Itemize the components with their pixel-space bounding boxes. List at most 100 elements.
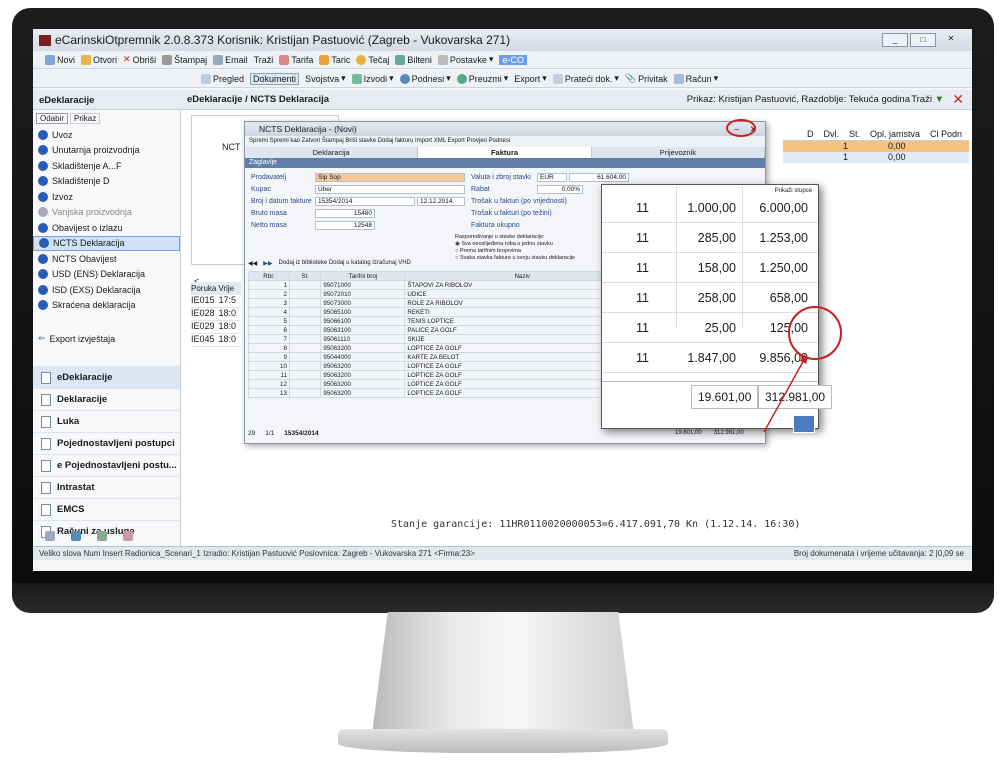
tb-racun[interactable]: Račun ▾ xyxy=(673,73,718,84)
tb-otvori[interactable]: Otvori xyxy=(81,54,117,65)
table-row[interactable]: 2 95072010 UDICE xyxy=(248,289,640,299)
table-row[interactable]: 9 95044000 KARTE ZA BELOT xyxy=(248,352,640,362)
top-row[interactable]: 1 0,00 xyxy=(783,141,969,152)
tb-pregled[interactable]: Pregled xyxy=(201,73,244,84)
close-button[interactable]: ✕ xyxy=(938,33,964,47)
table-row[interactable]: 10 95063200 LOPTICE ZA GOLF xyxy=(248,361,640,371)
option-3[interactable]: ○ Svaka stavka fakture u svoju stavku de… xyxy=(455,255,575,262)
nav-item[interactable]: e Pojednostavljeni postu... xyxy=(33,454,180,476)
field-bruto[interactable]: 15480 xyxy=(315,209,375,218)
tb-novi[interactable]: Novi xyxy=(45,54,75,65)
pager[interactable]: 1/1 xyxy=(265,430,274,437)
sidebar-item[interactable]: NCTS Deklaracija xyxy=(33,235,180,251)
table-row[interactable]: 4 95065100 REKETI xyxy=(248,307,640,317)
sidebar-item[interactable]: Uvoz xyxy=(33,127,180,143)
tb-bilteni[interactable]: Bilteni xyxy=(395,54,432,65)
tab-faktura[interactable]: Faktura xyxy=(418,147,592,158)
grid-header[interactable]: Tarifni broj xyxy=(320,271,406,281)
table-row[interactable]: 5 95066100 TENIS LOPTICE xyxy=(248,316,640,326)
sidebar-item[interactable]: Izvoz xyxy=(33,189,180,205)
tb-export[interactable]: Export ▾ xyxy=(514,73,547,84)
dialog-toolbar[interactable]: Spremi Spremi kao Zatvori Štampaj Briši … xyxy=(245,136,765,147)
tab-deklaracija[interactable]: Deklaracija xyxy=(245,147,419,158)
tb-privitak[interactable]: 📎 Privitak xyxy=(625,73,668,84)
field-kupac[interactable]: Uber xyxy=(315,185,465,194)
tb-eco[interactable]: e-CO xyxy=(499,54,527,65)
nav-item[interactable]: EMCS xyxy=(33,498,180,520)
nav-icon-1[interactable] xyxy=(45,531,55,541)
table-row[interactable]: 11 95063200 LOPTICE ZA GOLF xyxy=(248,370,640,380)
table-row[interactable]: 1 95071000 ŠTAPOVI ZA RIBOLOV xyxy=(248,280,640,290)
sidebar-item[interactable]: Unutarnja proizvodnja xyxy=(33,143,180,159)
sidebar-item[interactable]: NCTS Obavijest xyxy=(33,251,180,267)
grid-actions[interactable]: Dodaj iz biblioteke Dodaj u katalog Izra… xyxy=(278,260,410,270)
tb-trazi[interactable]: Traži xyxy=(254,55,274,65)
sidebar-item[interactable]: Skladištenje A...F xyxy=(33,158,180,174)
tab-odabir[interactable]: Odabir xyxy=(36,113,69,124)
nav-item[interactable]: eDeklaracije xyxy=(33,366,180,388)
table-row[interactable]: 3 95073000 ROLE ZA RIBOLOV xyxy=(248,298,640,308)
tb-tarifa[interactable]: Tarifa xyxy=(279,54,313,65)
grid-nav-next[interactable]: ▶▶ xyxy=(263,260,272,270)
tb-izvodi[interactable]: Izvodi ▾ xyxy=(351,73,394,84)
table-row[interactable]: 12 95063200 LOPTICE ZA GOLF xyxy=(248,379,640,389)
tb-podnesi[interactable]: Podnesi ▾ xyxy=(399,73,451,84)
nav-icon-2[interactable] xyxy=(71,531,81,541)
field-zbroj[interactable]: 61.604,00 xyxy=(569,173,629,182)
zoom-row[interactable]: 11 25,00 125,00 xyxy=(602,313,818,343)
top-row[interactable]: 1 0,00 xyxy=(783,152,969,163)
tb-stampaj[interactable]: Štampaj xyxy=(162,54,207,65)
sidebar-item[interactable]: Obavijest o izlazu xyxy=(33,220,180,236)
message-row[interactable]: IE029 18:0 xyxy=(191,321,241,334)
nav-item[interactable]: Luka xyxy=(33,410,180,432)
sidebar-item[interactable]: Vanjska proizvodnja xyxy=(33,205,180,221)
tb-prateci[interactable]: Prateći dok. ▾ xyxy=(552,73,619,84)
close-icon[interactable]: ✕ xyxy=(952,91,964,108)
nav-icon-3[interactable] xyxy=(97,531,107,541)
field-datum[interactable]: 12.12.2014. xyxy=(417,197,465,206)
tb-postavke[interactable]: Postavke ▾ xyxy=(437,54,493,65)
sidebar-item[interactable]: Skladištenje D xyxy=(33,174,180,190)
tb-obrisi[interactable]: ✕ Obriši xyxy=(123,54,156,65)
grid-header[interactable]: St. xyxy=(288,271,322,281)
tb-preuzmi[interactable]: Preuzmi ▾ xyxy=(456,73,508,84)
table-row[interactable]: 13 95063200 LOPTICE ZA GOLF xyxy=(248,388,640,398)
zoom-row[interactable]: 11 1.000,00 6.000,00 xyxy=(602,193,818,223)
nav-item[interactable]: Deklaracije xyxy=(33,388,180,410)
field-prodavatelj[interactable]: Sip Sop xyxy=(315,173,465,182)
tree-node-nct[interactable]: NCT xyxy=(222,142,241,152)
sidebar-export[interactable]: ⇐ Export izvještaja xyxy=(33,331,180,347)
option-1[interactable]: ◉ Sva neoslijeđena roba u jednu stavku xyxy=(455,241,575,248)
zoom-row[interactable]: 11 285,00 1.253,00 xyxy=(602,223,818,253)
tb-tecaj[interactable]: Tečaj xyxy=(356,54,389,65)
tb-svojstva[interactable]: Svojstva ▾ xyxy=(305,73,346,84)
nav-icon-4[interactable] xyxy=(123,531,133,541)
nav-item[interactable]: Intrastat xyxy=(33,476,180,498)
table-row[interactable]: 8 95063200 LOPTICE ZA GOLF xyxy=(248,343,640,353)
sidebar-item[interactable]: Skraćena deklaracija xyxy=(33,298,180,314)
grid-nav-first[interactable]: ◀◀ xyxy=(248,260,257,270)
tab-prijevoznik[interactable]: Prijevoznik xyxy=(592,147,765,158)
message-row[interactable]: IE028 18:0 xyxy=(191,308,241,321)
zoom-row[interactable]: 11 158,00 1.250,00 xyxy=(602,253,818,283)
table-row[interactable]: 6 95063100 PALICE ZA GOLF xyxy=(248,325,640,335)
tb-email[interactable]: Email xyxy=(213,54,248,65)
field-neto[interactable]: 12548 xyxy=(315,221,375,230)
tb-dokumenti[interactable]: Dokumenti xyxy=(250,72,300,85)
tab-prikaz[interactable]: Prikaz xyxy=(70,113,101,124)
tb-taric[interactable]: Taric xyxy=(319,54,350,65)
field-broj[interactable]: 15354/2014 xyxy=(315,197,415,206)
message-row[interactable]: IE015 17:5 xyxy=(191,295,241,308)
minimize-button[interactable]: _ xyxy=(882,33,908,47)
search-button[interactable]: Traži ▼ xyxy=(911,94,944,105)
nav-item[interactable]: Pojednostavljeni postupci xyxy=(33,432,180,454)
field-valuta[interactable]: EUR xyxy=(537,173,567,182)
option-2[interactable]: ○ Prema tarifnim brojevima xyxy=(455,248,575,255)
grid-header[interactable]: Rbr. xyxy=(248,271,290,281)
maximize-button[interactable]: □ xyxy=(910,33,936,47)
zoom-row[interactable]: 11 258,00 658,00 xyxy=(602,283,818,313)
table-row[interactable]: 7 95061110 SKIJE xyxy=(248,334,640,344)
field-rabat[interactable]: 0,00% xyxy=(537,185,583,194)
sidebar-item[interactable]: USD (ENS) Deklaracija xyxy=(33,267,180,283)
sidebar-item[interactable]: ISD (EXS) Deklaracija xyxy=(33,282,180,298)
